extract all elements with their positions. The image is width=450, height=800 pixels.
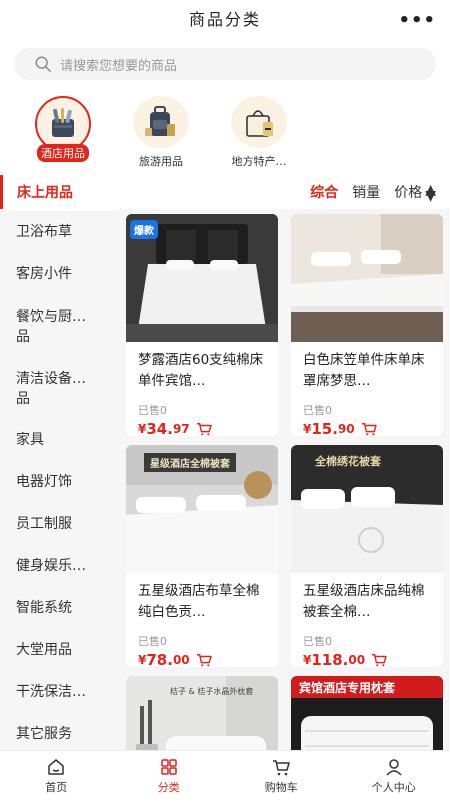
product-card[interactable]: 宾馆酒店专用枕套 [291, 676, 443, 750]
product-card[interactable]: 爆款 梦露酒店60支纯棉床单件宾馆… 已售0 ¥ 34. 97 [126, 214, 278, 436]
product-card[interactable]: 桔子 & 桔子水晶外枕套 [126, 676, 278, 750]
sidebar: 床上用品 卫浴布草 客房小件 餐饮与厨… 品 清洁设备… 品 家具 电器灯饰 员… [0, 175, 118, 750]
price-integer: 78. [146, 651, 173, 667]
cart-icon [273, 759, 290, 775]
product-content: 综合 销量 价格 ▲ ▼ 爆款 梦露酒店60支纯棉床单件宾馆… 已售0 ¥ 34… [118, 175, 450, 750]
page-title: 商品分类 [188, 10, 261, 29]
price-currency: ¥ [303, 422, 312, 436]
sort-bar: 综合 销量 价格 ▲ ▼ [118, 175, 450, 209]
tab-profile[interactable]: 个人中心 [338, 751, 450, 800]
product-card[interactable]: 白色床笠单件床单床罩席梦思… 已售0 ¥ 15. 90 [291, 214, 443, 436]
shopping-bag-icon [231, 96, 287, 148]
price-integer: 118. [311, 651, 349, 667]
product-grid: 爆款 梦露酒店60支纯棉床单件宾馆… 已售0 ¥ 34. 97 白色床笠单件床单… [118, 211, 450, 750]
sidebar-item[interactable]: 员工制服 [0, 503, 118, 545]
tab-cart[interactable]: 购物车 [225, 751, 338, 800]
product-price: ¥ 78. 00 [126, 649, 278, 667]
add-to-cart-icon[interactable] [196, 653, 212, 667]
product-sold: 已售0 [303, 635, 332, 648]
product-sold: 已售0 [303, 404, 332, 417]
product-name: 白色床笠单件床单床罩席梦思… [303, 352, 425, 389]
product-name: 五星级酒店床品纯棉被套全棉… [303, 583, 425, 620]
sidebar-item[interactable]: 餐饮与厨… 品 [0, 295, 118, 358]
add-to-cart-icon[interactable] [196, 422, 212, 436]
product-image-banner: 星级酒店全棉被套 [144, 453, 236, 472]
product-image: 爆款 [126, 214, 278, 342]
tab-label: 个人中心 [371, 780, 416, 794]
sort-arrows-icon: ▲ ▼ [425, 182, 436, 204]
search-placeholder: 请搜索您想要的商品 [60, 58, 178, 74]
product-price: ¥ 118. 00 [291, 649, 443, 667]
product-image [291, 214, 443, 342]
sidebar-item[interactable]: 干洗保洁… [0, 671, 118, 713]
sidebar-item[interactable]: 客房小件 [0, 253, 118, 295]
category-label: 旅游用品 [139, 155, 183, 168]
category-label: 地方特产… [231, 155, 287, 168]
travel-bag-icon [133, 96, 189, 148]
tab-label: 首页 [45, 780, 68, 794]
product-image: 星级酒店全棉被套 [126, 445, 278, 573]
more-menu-icon[interactable]: ••• [398, 10, 436, 31]
category-hotel-supplies[interactable]: 酒店用品 [14, 96, 112, 170]
sort-comprehensive[interactable]: 综合 [310, 182, 338, 202]
product-name: 梦露酒店60支纯棉床单件宾馆… [138, 352, 264, 389]
product-image: 宾馆酒店专用枕套 [291, 676, 443, 750]
price-integer: 34. [146, 420, 173, 436]
sort-sales[interactable]: 销量 [352, 182, 380, 202]
sort-price-label: 价格 [394, 185, 423, 201]
search-bar[interactable]: 请搜索您想要的商品 [14, 48, 436, 80]
category-grid-icon [161, 758, 177, 775]
tab-category[interactable]: 分类 [113, 751, 226, 800]
price-decimal: 90 [337, 422, 355, 436]
sidebar-item[interactable]: 电器灯饰 [0, 461, 118, 503]
tab-label: 分类 [157, 780, 180, 794]
price-integer: 15. [311, 420, 338, 436]
product-name: 五星级酒店布草全棉纯白色贡… [138, 583, 260, 620]
price-decimal: 97 [172, 422, 190, 436]
add-to-cart-icon[interactable] [371, 653, 387, 667]
sidebar-item[interactable]: 其它服务 [0, 713, 118, 755]
category-travel[interactable]: 旅游用品 [112, 96, 210, 170]
product-image-banner: 全棉绣花被套 [315, 455, 381, 468]
category-label: 酒店用品 [37, 144, 89, 162]
user-icon [386, 758, 402, 776]
product-sold: 已售0 [138, 404, 167, 417]
product-image-banner: 宾馆酒店专用枕套 [299, 681, 396, 695]
bottom-tab-bar: 首页 分类 购物车 个人中心 [0, 750, 450, 800]
product-image: 桔子 & 桔子水晶外枕套 [126, 676, 278, 750]
price-currency: ¥ [303, 653, 312, 667]
product-card[interactable]: 星级酒店全棉被套 五星级酒店布草全棉纯白色贡… 已售0 ¥ 78. 00 [126, 445, 278, 667]
main-area: 床上用品 卫浴布草 客房小件 餐饮与厨… 品 清洁设备… 品 家具 电器灯饰 员… [0, 175, 450, 750]
sidebar-item[interactable]: 智能系统 [0, 587, 118, 629]
price-currency: ¥ [138, 422, 147, 436]
home-icon [48, 758, 64, 775]
hot-badge: 爆款 [130, 220, 158, 239]
price-decimal: 00 [172, 653, 190, 667]
product-price: ¥ 34. 97 [126, 418, 278, 436]
price-decimal: 00 [348, 653, 366, 667]
sidebar-list: 卫浴布草 客房小件 餐饮与厨… 品 清洁设备… 品 家具 电器灯饰 员工制服 健… [0, 211, 118, 750]
product-image-banner: 桔子 & 桔子水晶外枕套 [170, 687, 254, 696]
top-category-row: 酒店用品 旅游用品 地方特产… [0, 80, 450, 170]
sidebar-item[interactable]: 健身娱乐… [0, 545, 118, 587]
price-currency: ¥ [138, 653, 147, 667]
product-price: ¥ 15. 90 [291, 418, 443, 436]
sidebar-item[interactable]: 卫浴布草 [0, 211, 118, 253]
add-to-cart-icon[interactable] [361, 422, 377, 436]
page-header: 商品分类 ••• [0, 0, 450, 36]
category-local-specialty[interactable]: 地方特产… [210, 96, 308, 170]
sidebar-item[interactable]: 大堂用品 [0, 629, 118, 671]
product-card[interactable]: 全棉绣花被套 五星级酒店床品纯棉被套全棉… 已售0 ¥ 118. 00 [291, 445, 443, 667]
search-icon [35, 56, 51, 72]
product-sold: 已售0 [138, 635, 167, 648]
sort-price[interactable]: 价格 ▲ ▼ [394, 182, 436, 204]
product-image: 全棉绣花被套 [291, 445, 443, 573]
sidebar-item-bedding[interactable]: 床上用品 [0, 175, 118, 209]
sidebar-item[interactable]: 家具 [0, 419, 118, 461]
tab-home[interactable]: 首页 [0, 751, 113, 800]
sidebar-item[interactable]: 清洁设备… 品 [0, 358, 118, 419]
tab-label: 购物车 [264, 780, 298, 794]
